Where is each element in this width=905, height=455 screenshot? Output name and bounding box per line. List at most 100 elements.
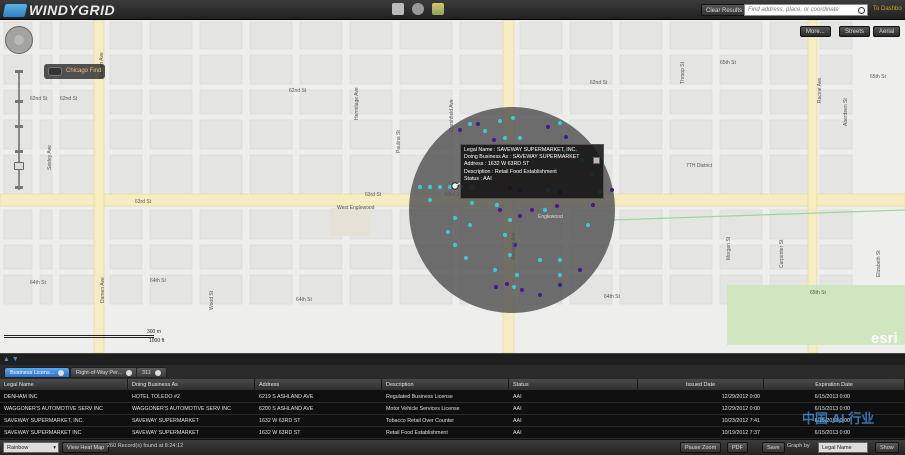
column-header[interactable]: Issued Date	[638, 379, 764, 391]
result-marker[interactable]	[492, 267, 498, 273]
result-marker[interactable]	[585, 222, 591, 228]
result-marker[interactable]	[554, 203, 560, 209]
result-marker[interactable]	[517, 135, 523, 141]
to-dashboard-link[interactable]: To Dashbo	[873, 6, 902, 12]
result-marker[interactable]	[563, 134, 569, 140]
result-marker[interactable]	[469, 200, 475, 206]
result-marker[interactable]	[427, 184, 433, 190]
pdf-button[interactable]: PDF	[727, 442, 748, 453]
result-marker[interactable]	[537, 257, 543, 263]
result-marker[interactable]	[457, 127, 463, 133]
clear-results-button[interactable]: Clear Results	[701, 4, 748, 16]
result-marker[interactable]	[529, 207, 535, 213]
pause-zoom-button[interactable]: Pause Zoom	[680, 442, 722, 453]
column-header[interactable]: Expiration Date	[764, 379, 905, 391]
result-marker[interactable]	[497, 207, 503, 213]
close-icon[interactable]	[593, 157, 600, 164]
city-block	[109, 119, 143, 150]
panel-splitter[interactable]: ▲ ▼	[0, 353, 905, 365]
result-marker[interactable]	[537, 292, 543, 298]
result-marker[interactable]	[504, 281, 510, 287]
result-marker[interactable]	[510, 115, 516, 121]
result-marker[interactable]	[557, 257, 563, 263]
collapse-arrows-icon[interactable]: ▲ ▼	[3, 356, 19, 363]
result-marker[interactable]	[519, 287, 525, 293]
graph-field-select[interactable]: Legal Name	[818, 442, 868, 453]
result-marker[interactable]	[557, 272, 563, 278]
map-canvas[interactable]	[0, 20, 905, 353]
table-row[interactable]: WAGGONER'S AUTOMOTIVE SERV INC WAGGONER'…	[0, 403, 905, 415]
tab-right-of-way[interactable]: Right-of-Way Per...	[70, 367, 139, 378]
search-input[interactable]: Find address, place, or coordinate	[744, 4, 868, 16]
close-icon[interactable]	[154, 369, 161, 376]
zoom-in-icon[interactable]	[15, 70, 23, 73]
tab-311[interactable]: 311	[136, 367, 167, 378]
result-marker[interactable]	[545, 124, 551, 130]
result-marker[interactable]	[467, 121, 473, 127]
globe-icon[interactable]	[412, 3, 424, 15]
result-marker[interactable]	[609, 187, 615, 193]
column-header[interactable]: Description	[382, 379, 509, 391]
result-marker[interactable]	[590, 202, 596, 208]
result-marker[interactable]	[557, 120, 563, 126]
close-icon[interactable]	[58, 369, 65, 376]
aerial-button[interactable]: Aerial	[873, 26, 901, 37]
result-marker[interactable]	[437, 184, 443, 190]
result-marker[interactable]	[493, 284, 499, 290]
close-icon[interactable]	[126, 369, 133, 376]
result-marker[interactable]	[577, 267, 583, 273]
result-marker[interactable]	[502, 135, 508, 141]
result-marker[interactable]	[475, 121, 481, 127]
city-block	[619, 54, 663, 85]
more-button[interactable]: More...	[800, 26, 831, 37]
result-marker[interactable]	[514, 272, 520, 278]
show-button[interactable]: Show	[875, 442, 899, 453]
binoculars-icon	[48, 67, 62, 76]
column-header[interactable]: Legal Name	[0, 379, 128, 391]
globe-icon[interactable]	[14, 35, 24, 45]
zoom-out-icon[interactable]	[15, 186, 23, 189]
zoom-track[interactable]	[18, 70, 20, 190]
column-header[interactable]: Doing Business As	[128, 379, 255, 391]
result-marker[interactable]	[517, 213, 523, 219]
column-header[interactable]: Address	[255, 379, 382, 391]
place-label: 7TH District	[686, 163, 713, 169]
result-marker[interactable]	[502, 232, 508, 238]
logo: WINDYGRID	[2, 1, 115, 19]
result-marker[interactable]	[452, 215, 458, 221]
result-marker[interactable]	[452, 242, 458, 248]
palette-select[interactable]: Rainbow ▾	[3, 442, 59, 453]
result-marker[interactable]	[511, 284, 517, 290]
zoom-thumb[interactable]	[14, 162, 24, 170]
search-icon[interactable]	[858, 7, 865, 14]
result-marker[interactable]	[482, 128, 488, 134]
streets-button[interactable]: Streets	[839, 26, 871, 37]
result-marker[interactable]	[427, 197, 433, 203]
table-row[interactable]: SAVEWAY SUPERMARKET INC SAVEWAY SUPERMAR…	[0, 427, 905, 439]
column-header[interactable]: Status	[509, 379, 638, 391]
save-button[interactable]: Save	[762, 442, 785, 453]
description-cell: Retail Food Establishment	[386, 430, 448, 436]
table-row[interactable]: DENHAM INC HOTEL TOLEDO #2 6219 S ASHLAN…	[0, 391, 905, 403]
binoculars-icon[interactable]	[392, 3, 404, 15]
table-row[interactable]: SAVEWAY SUPERMARKET, INC. SAVEWAY SUPERM…	[0, 415, 905, 427]
map-view[interactable]: 62nd St 62nd St 62nd St 62nd St 63rd St …	[0, 20, 905, 353]
result-marker[interactable]	[494, 202, 500, 208]
chicago-find-button[interactable]: Chicago Find	[44, 64, 106, 79]
result-marker[interactable]	[417, 184, 423, 190]
result-marker[interactable]	[557, 282, 563, 288]
result-marker[interactable]	[491, 137, 497, 143]
city-block	[669, 209, 713, 240]
result-marker[interactable]	[542, 207, 548, 213]
map-layers-icon[interactable]	[432, 3, 444, 15]
zoom-slider[interactable]	[13, 70, 25, 190]
view-heat-map-button[interactable]: View Heat Map	[62, 442, 110, 453]
street-label: Throop St	[680, 62, 686, 84]
result-marker[interactable]	[463, 255, 469, 261]
result-marker[interactable]	[497, 118, 503, 124]
result-marker[interactable]	[467, 222, 473, 228]
tab-business-licenses[interactable]: Business Licens...	[4, 367, 71, 378]
pan-control[interactable]	[5, 26, 33, 54]
result-marker[interactable]	[445, 229, 451, 235]
result-marker[interactable]	[507, 217, 513, 223]
